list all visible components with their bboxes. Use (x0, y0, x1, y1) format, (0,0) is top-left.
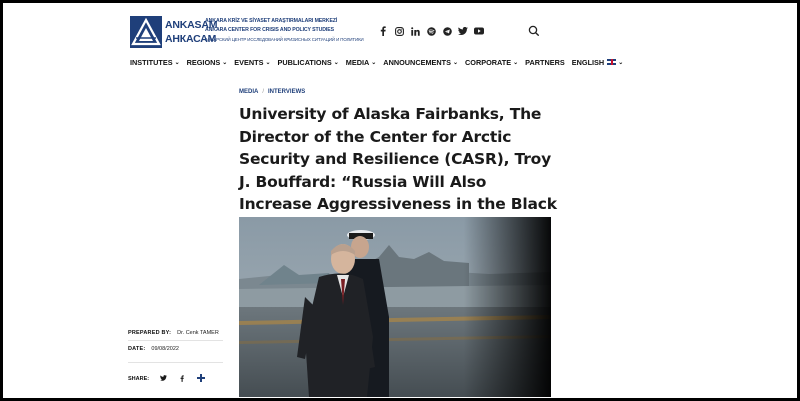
site-logo[interactable]: ANKASAM АНКАСАМ (130, 16, 218, 48)
chevron-down-icon: ⌄ (333, 59, 339, 66)
chevron-down-icon: ⌄ (513, 59, 519, 66)
share-label: SHARE: (128, 376, 150, 382)
nav-item-regions[interactable]: REGIONS ⌄ (187, 58, 228, 67)
breadcrumb-separator: / (262, 89, 265, 95)
nav-item-corporate[interactable]: CORPORATE ⌄ (465, 58, 518, 67)
article-photo (239, 217, 551, 397)
logo-line-en: ANKARA CENTER FOR CRISIS AND POLICY STUD… (205, 27, 334, 33)
instagram-icon[interactable] (391, 24, 407, 38)
chevron-down-icon: ⌄ (265, 59, 271, 66)
share-bar: SHARE: (128, 373, 206, 385)
logo-line-ru: АНКАРСКИЙ ЦЕНТР ИССЛЕДОВАНИЙ КРИЗИСНЫХ С… (205, 37, 364, 42)
logo-line-tr: ANKARA KRİZ VE SİYASET ARAŞTIRMALARI MER… (205, 18, 338, 24)
telegram-icon[interactable] (439, 24, 455, 38)
nav-item-media[interactable]: MEDIA ⌄ (346, 58, 377, 67)
prepared-by: PREPARED BY: Dr. Cenk TAMER (128, 330, 219, 336)
nav-item-announcements[interactable]: ANNOUNCEMENTS ⌄ (383, 58, 458, 67)
chevron-down-icon: ⌄ (453, 59, 459, 66)
breadcrumb: MEDIA / INTERVIEWS (239, 89, 305, 95)
breadcrumb-interviews[interactable]: INTERVIEWS (268, 89, 305, 95)
author-link[interactable]: Dr. Cenk TAMER (177, 330, 219, 336)
youtube-icon[interactable] (471, 24, 487, 38)
share-more-plus-icon[interactable] (196, 373, 206, 385)
facebook-icon[interactable] (375, 24, 391, 38)
share-twitter-icon[interactable] (158, 375, 168, 383)
divider (128, 340, 223, 341)
search-icon[interactable] (527, 24, 541, 38)
divider (128, 362, 223, 363)
nav-item-institutes[interactable]: INSTITUTES ⌄ (130, 58, 180, 67)
nav-item-language[interactable]: ENGLISH ⌄ (572, 58, 623, 67)
twitter-icon[interactable] (455, 24, 471, 38)
chevron-down-icon: ⌄ (174, 59, 180, 66)
chevron-down-icon: ⌄ (371, 59, 377, 66)
nav-item-partners[interactable]: PARTNERS (525, 58, 565, 67)
page: ANKASAM АНКАСАМ ANKARA KRİZ VE SİYASET A… (3, 3, 797, 398)
logo-word-latin: ANKASAM (165, 19, 218, 31)
social-links (375, 24, 487, 38)
publish-date: DATE: 09/08/2022 (128, 346, 179, 352)
share-facebook-icon[interactable] (177, 374, 187, 384)
main-nav: INSTITUTES ⌄ REGIONS ⌄ EVENTS ⌄ PUBLICATION… (130, 55, 630, 69)
chevron-down-icon: ⌄ (222, 59, 228, 66)
date-value: 09/08/2022 (151, 346, 179, 352)
uk-flag-icon (607, 59, 617, 65)
logo-subtitle: ANKARA KRİZ VE SİYASET ARAŞTIRMALARI MER… (205, 17, 364, 44)
logo-word-cyrillic: АНКАСАМ (165, 33, 217, 45)
nav-item-publications[interactable]: PUBLICATIONS ⌄ (278, 58, 339, 67)
date-label: DATE: (128, 346, 146, 352)
chevron-down-icon: ⌄ (618, 59, 624, 66)
prepared-by-label: PREPARED BY: (128, 330, 172, 336)
linkedin-icon[interactable] (407, 24, 423, 38)
spotify-icon[interactable] (423, 24, 439, 38)
breadcrumb-media[interactable]: MEDIA (239, 89, 258, 95)
logo-emblem-icon (130, 16, 162, 48)
nav-item-events[interactable]: EVENTS ⌄ (234, 58, 270, 67)
